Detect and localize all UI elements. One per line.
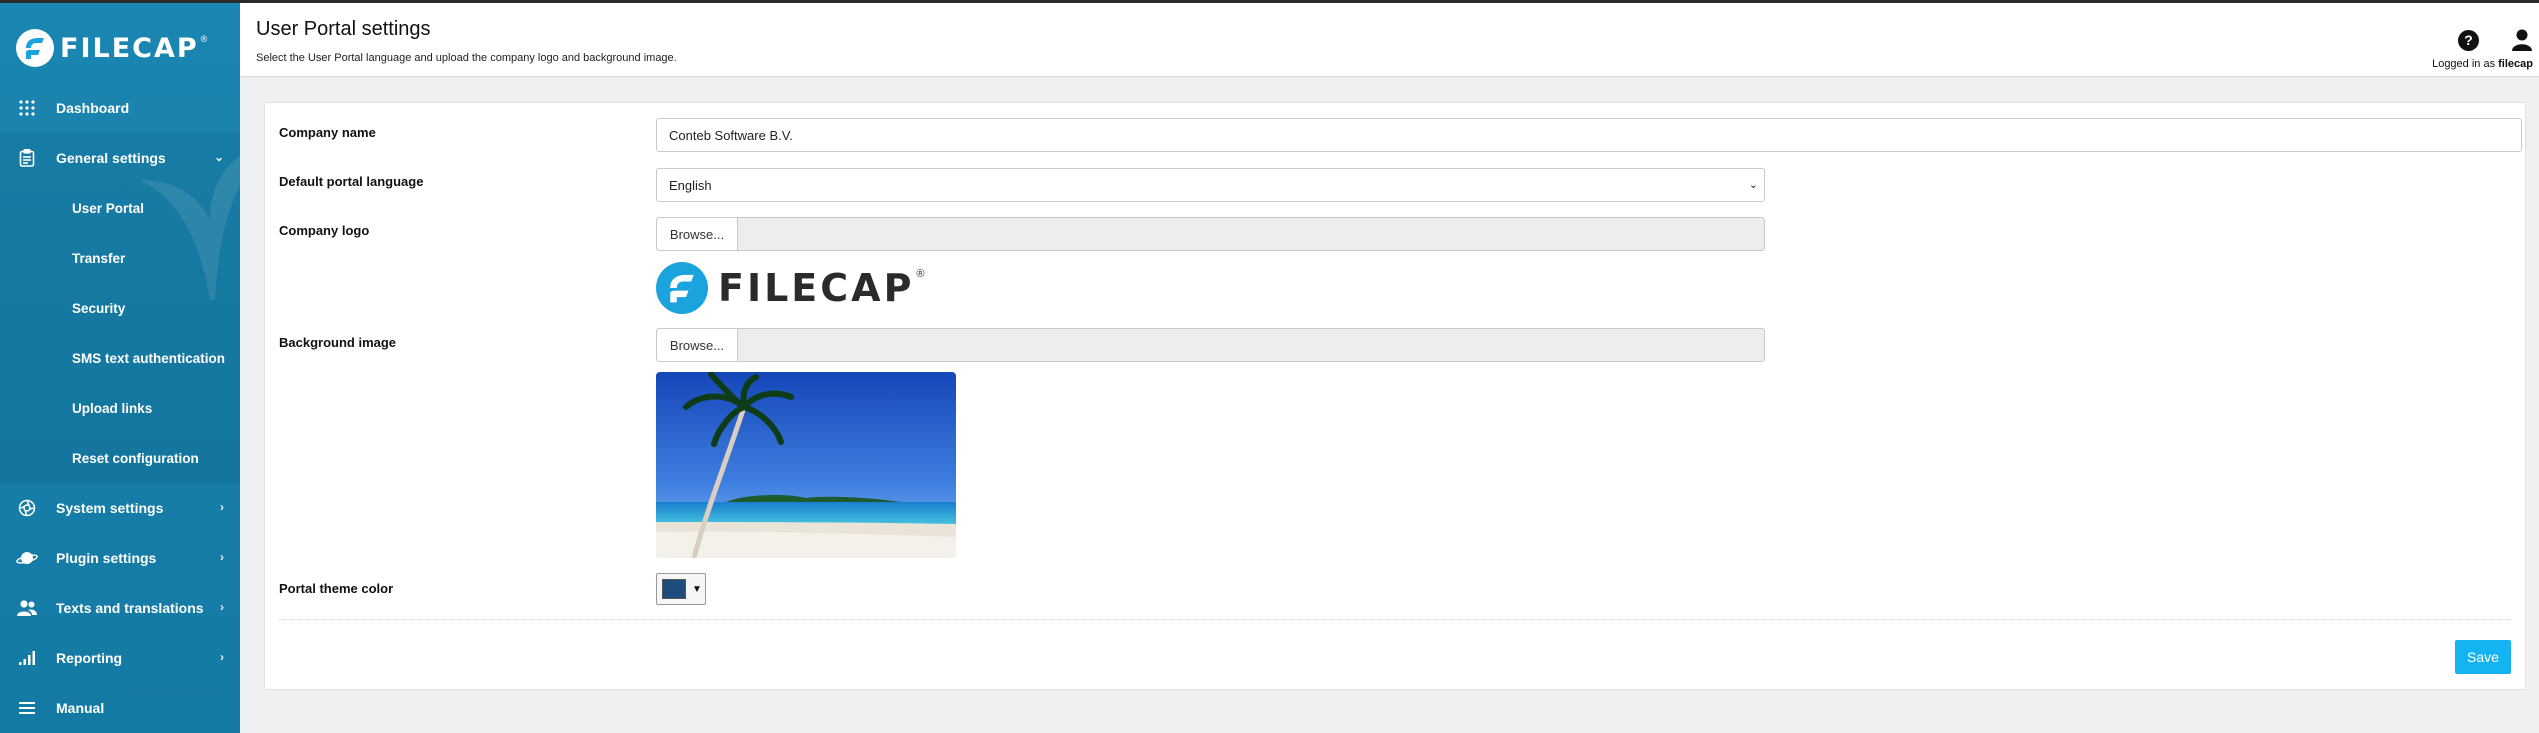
clipboard-icon <box>16 147 38 169</box>
company-name-input[interactable] <box>656 118 2522 152</box>
chevron-right-icon: › <box>220 500 224 514</box>
settings-panel: Company name Default portal language Eng… <box>264 102 2526 690</box>
logo-preview-text: FILECAP <box>718 266 915 310</box>
chevron-right-icon: › <box>220 600 224 614</box>
chevron-right-icon: › <box>220 550 224 564</box>
logo-mark-icon <box>656 262 708 314</box>
sidebar-item-system-settings[interactable]: System settings › <box>0 483 240 533</box>
sidebar-subitem-user-portal[interactable]: User Portal <box>0 183 240 233</box>
company-logo-browse-button[interactable]: Browse... <box>657 218 738 250</box>
window-top-border <box>0 0 2539 3</box>
menu-icon <box>16 697 38 719</box>
grid-icon <box>16 97 38 119</box>
chevron-right-icon: › <box>220 650 224 664</box>
sidebar-item-label: System settings <box>56 500 164 516</box>
filecap-logo[interactable]: FILECAP ® <box>16 28 207 68</box>
sidebar-item-texts-and-translations[interactable]: Texts and translations › <box>0 583 240 633</box>
triangle-down-icon: ▼ <box>692 583 702 595</box>
company-name-label: Company name <box>279 125 376 140</box>
page-header: User Portal settings Select the User Por… <box>240 3 2539 77</box>
page-title: User Portal settings <box>256 18 431 40</box>
planet-icon <box>16 547 38 569</box>
sidebar-subitem-upload-links[interactable]: Upload links <box>0 383 240 433</box>
theme-color-swatch <box>662 579 686 599</box>
background-image-label: Background image <box>279 335 397 350</box>
sidebar-item-label: Texts and translations <box>56 600 204 616</box>
form-divider <box>279 619 2511 620</box>
logo-text: FILECAP <box>60 32 199 64</box>
registered-mark: ® <box>916 268 925 280</box>
default-language-value: English <box>669 177 712 193</box>
chevron-down-icon: ⌄ <box>1748 179 1758 191</box>
sidebar-item-label: Plugin settings <box>56 550 157 566</box>
portal-theme-color-label: Portal theme color <box>279 581 394 596</box>
user-icon[interactable] <box>2511 28 2533 52</box>
sidebar-item-general-settings[interactable]: General settings ⌄ <box>0 133 240 183</box>
bar-chart-icon <box>16 647 38 669</box>
sidebar-item-label: General settings <box>56 150 166 166</box>
sidebar-subitem-sms-text-authentication[interactable]: SMS text authentication <box>0 333 240 383</box>
page-subtitle: Select the User Portal language and uplo… <box>256 52 677 64</box>
background-image-browse-button[interactable]: Browse... <box>657 329 738 361</box>
logged-in-status: Logged in as filecap <box>2432 58 2533 70</box>
sidebar: FILECAP ® Dashboard General settings ⌄ U… <box>0 0 240 733</box>
chevron-down-icon: ⌄ <box>213 150 224 164</box>
sidebar-item-label: Dashboard <box>56 100 130 116</box>
background-image-file-input[interactable]: Browse... <box>656 328 1765 362</box>
aperture-icon <box>16 497 38 519</box>
sidebar-item-manual[interactable]: Manual <box>0 683 240 733</box>
company-logo-label: Company logo <box>279 223 370 238</box>
sidebar-item-reporting[interactable]: Reporting › <box>0 633 240 683</box>
sidebar-subitem-transfer[interactable]: Transfer <box>0 233 240 283</box>
sidebar-item-plugin-settings[interactable]: Plugin settings › <box>0 533 240 583</box>
logo-mark-icon <box>16 29 54 67</box>
theme-color-picker[interactable]: ▼ <box>656 573 706 605</box>
sidebar-item-dashboard[interactable]: Dashboard <box>0 83 240 133</box>
sidebar-subitem-reset-configuration[interactable]: Reset configuration <box>0 433 240 483</box>
default-language-label: Default portal language <box>279 174 424 189</box>
registered-mark: ® <box>200 34 208 44</box>
company-logo-file-input[interactable]: Browse... <box>656 217 1765 251</box>
help-icon[interactable]: ? <box>2458 30 2479 51</box>
sidebar-item-label: Manual <box>56 700 105 716</box>
default-language-select[interactable]: English ⌄ <box>656 168 1765 202</box>
company-logo-preview: FILECAP ® <box>656 260 925 316</box>
sidebar-item-label: Reporting <box>56 650 123 666</box>
username[interactable]: filecap <box>2498 58 2533 70</box>
sidebar-nav: Dashboard General settings ⌄ User Portal… <box>0 83 240 733</box>
save-button[interactable]: Save <box>2455 640 2511 674</box>
sidebar-subitem-security[interactable]: Security <box>0 283 240 333</box>
users-icon <box>16 597 38 619</box>
background-image-preview <box>656 372 956 558</box>
logged-in-prefix: Logged in as <box>2432 58 2499 70</box>
beach-palm-image <box>656 372 956 558</box>
